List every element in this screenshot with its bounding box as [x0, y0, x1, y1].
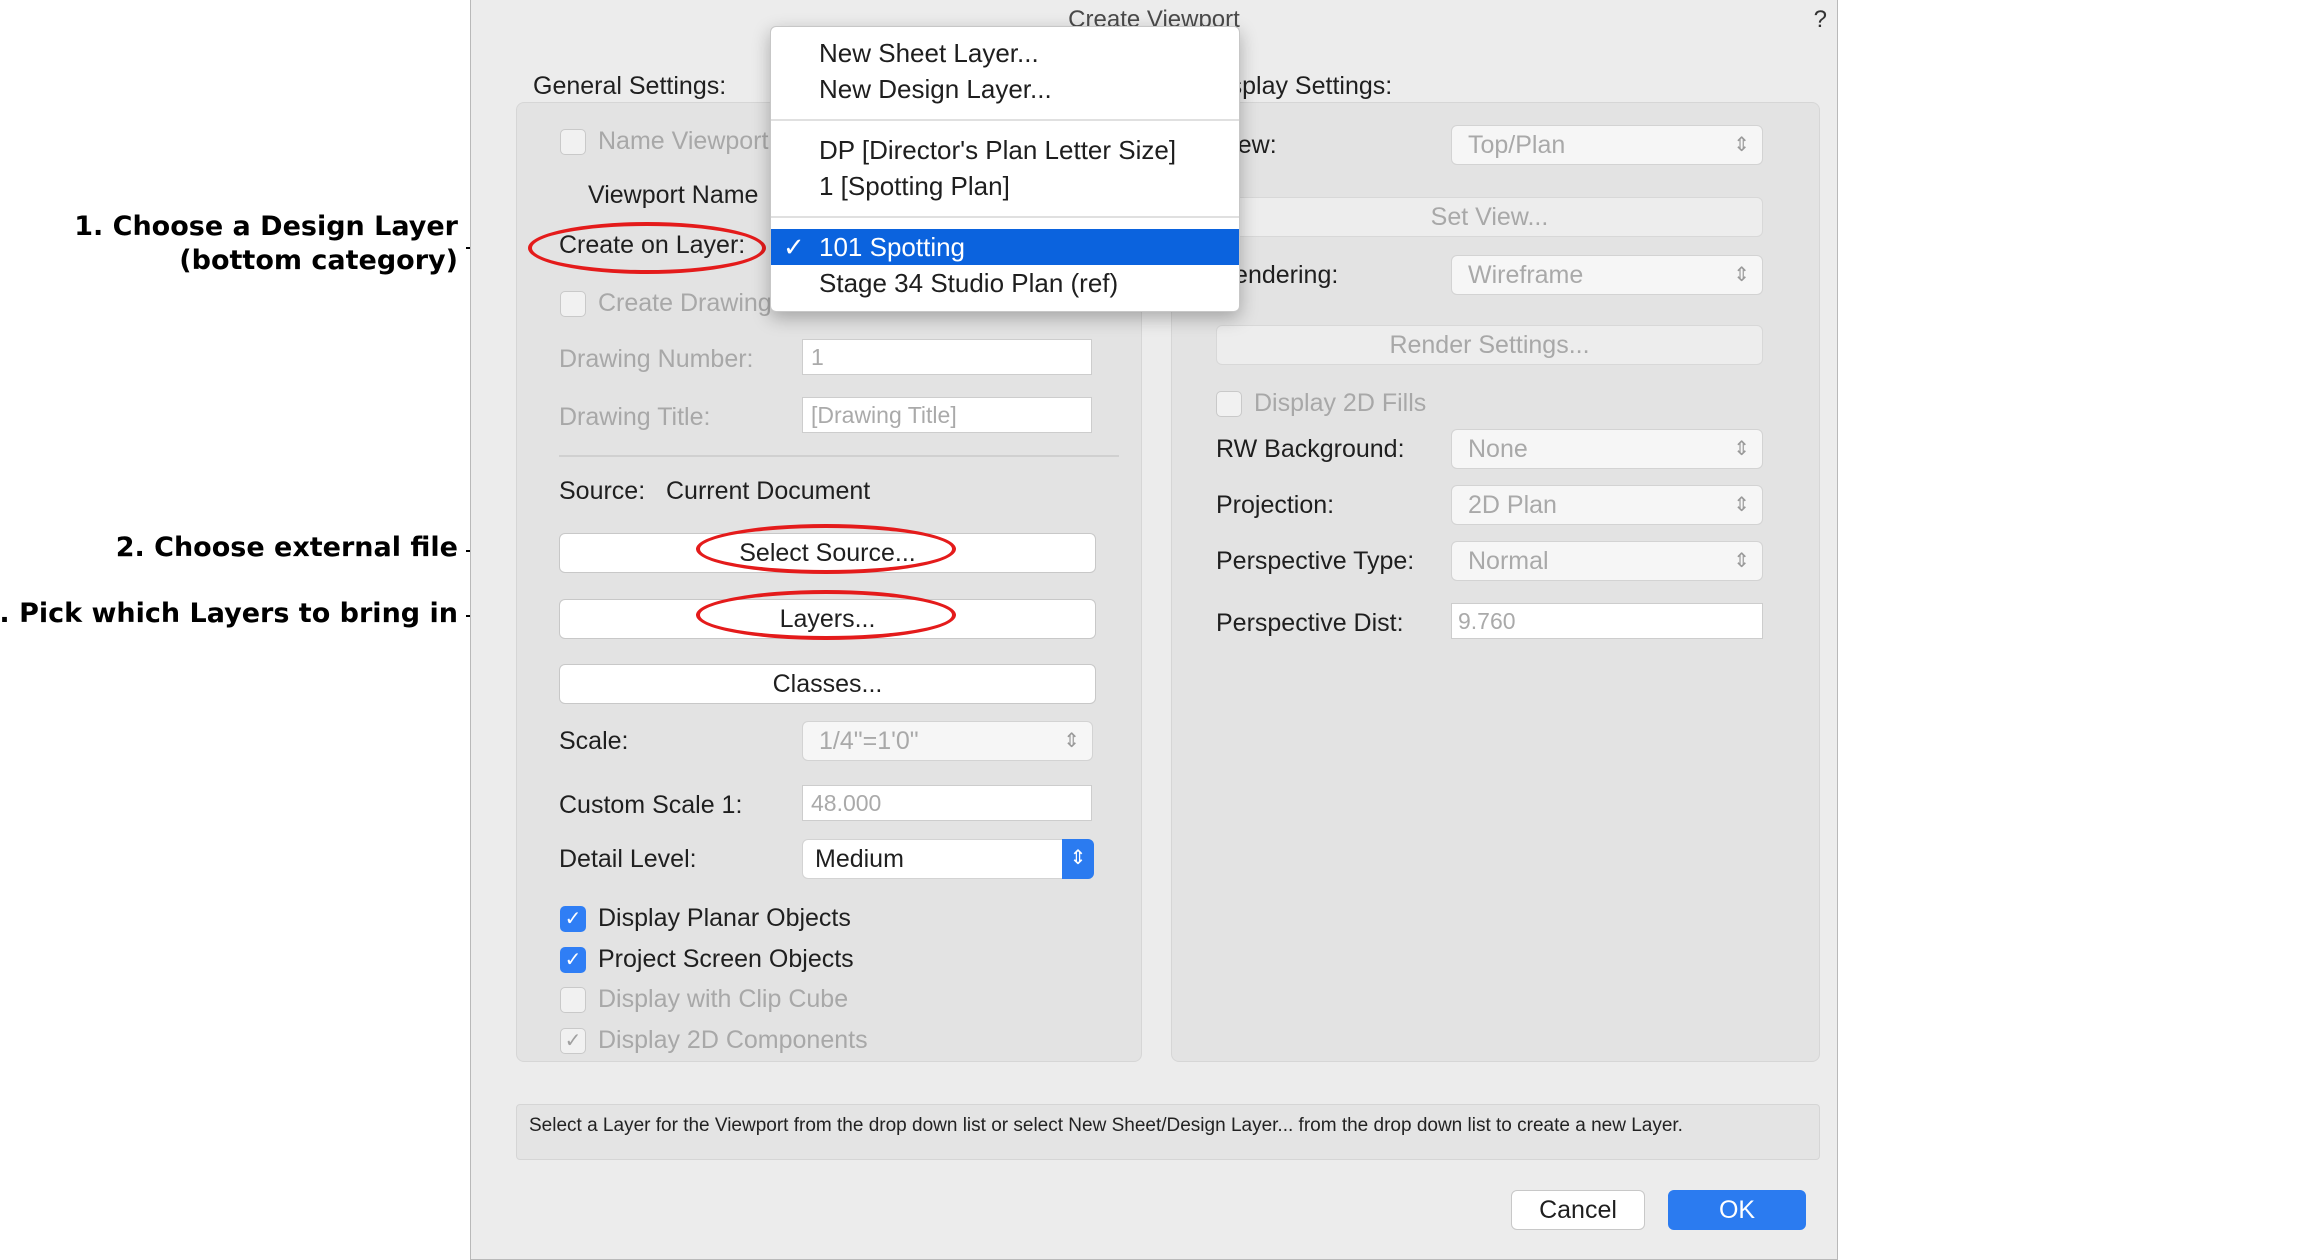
annotation-step1-line1: 1. Choose a Design Layer	[74, 211, 458, 242]
popup-arrows-icon: ⇕	[1733, 438, 1750, 460]
highlight-layers	[696, 590, 956, 640]
highlight-select-source	[696, 524, 956, 574]
menu-item-101-spotting[interactable]: ✓ 101 Spotting	[771, 229, 1239, 265]
checkmark-icon: ✓	[783, 232, 805, 262]
drawing-title-field[interactable]: [Drawing Title]	[802, 397, 1092, 433]
annotation-step3: 3. Pick which Layers to bring in	[0, 598, 458, 629]
drawing-title-label: Drawing Title:	[559, 403, 711, 431]
display-2d-components-checkbox[interactable]: ✓	[560, 1028, 586, 1054]
render-settings-button[interactable]: Render Settings...	[1216, 325, 1763, 365]
display-with-clip-cube-label: Display with Clip Cube	[598, 985, 849, 1013]
drawing-number-field[interactable]: 1	[802, 339, 1092, 375]
menu-item-new-design-layer[interactable]: New Design Layer...	[771, 71, 1239, 107]
projection-popup[interactable]: 2D Plan ⇕	[1451, 485, 1763, 525]
rw-background-popup[interactable]: None ⇕	[1451, 429, 1763, 469]
popup-arrows-icon: ⇕	[1733, 550, 1750, 572]
layer-dropdown-menu: New Sheet Layer... New Design Layer... D…	[770, 26, 1240, 312]
popup-arrows-icon: ⇕	[1733, 264, 1750, 286]
rendering-popup[interactable]: Wireframe ⇕	[1451, 255, 1763, 295]
drawing-number-label: Drawing Number:	[559, 345, 754, 373]
name-viewport-label: Name Viewport	[598, 127, 769, 155]
menu-item-dp-directors-plan[interactable]: DP [Director's Plan Letter Size]	[771, 132, 1239, 168]
menu-item-label: 101 Spotting	[819, 232, 966, 262]
rendering-value: Wireframe	[1468, 261, 1584, 289]
popup-arrows-icon: ⇕	[1733, 134, 1750, 156]
rw-background-value: None	[1468, 435, 1528, 463]
status-help-text: Select a Layer for the Viewport from the…	[516, 1104, 1820, 1160]
perspective-type-value: Normal	[1468, 547, 1549, 575]
display-2d-fills-label: Display 2D Fills	[1254, 389, 1427, 417]
ok-button[interactable]: OK	[1668, 1190, 1806, 1230]
annotation-step1-line2: (bottom category)	[179, 245, 458, 276]
display-2d-fills-checkbox[interactable]	[1216, 391, 1242, 417]
projection-value: 2D Plan	[1468, 491, 1557, 519]
view-value: Top/Plan	[1468, 131, 1566, 159]
detail-level-label: Detail Level:	[559, 845, 697, 873]
project-screen-objects-label: Project Screen Objects	[598, 945, 854, 973]
popup-arrows-icon: ⇕	[1733, 494, 1750, 516]
popup-arrows-icon: ⇕	[1063, 730, 1080, 752]
perspective-type-label: Perspective Type:	[1216, 547, 1415, 575]
display-2d-components-label: Display 2D Components	[598, 1026, 868, 1054]
general-separator	[559, 455, 1119, 457]
menu-separator	[771, 216, 1239, 218]
menu-item-stage-34-studio-plan[interactable]: Stage 34 Studio Plan (ref)	[771, 265, 1239, 301]
rw-background-label: RW Background:	[1216, 435, 1405, 463]
menu-item-spotting-plan[interactable]: 1 [Spotting Plan]	[771, 168, 1239, 204]
display-planar-objects-checkbox[interactable]: ✓	[560, 906, 586, 932]
custom-scale-field[interactable]: 48.000	[802, 785, 1092, 821]
project-screen-objects-checkbox[interactable]: ✓	[560, 947, 586, 973]
detail-level-popup[interactable]: Medium ⇕	[802, 839, 1094, 879]
name-viewport-checkbox[interactable]	[560, 129, 586, 155]
scale-popup[interactable]: 1/4"=1'0" ⇕	[802, 721, 1093, 761]
create-drawing-label-checkbox[interactable]	[560, 291, 586, 317]
menu-separator	[771, 119, 1239, 121]
general-settings-title: General Settings:	[533, 72, 727, 100]
source-value: Current Document	[666, 477, 871, 505]
display-with-clip-cube-checkbox[interactable]	[560, 987, 586, 1013]
display-planar-objects-label: Display Planar Objects	[598, 904, 851, 932]
display-settings-group: View: Top/Plan ⇕ Set View... Rendering: W…	[1171, 102, 1820, 1062]
classes-button[interactable]: Classes...	[559, 664, 1096, 704]
perspective-type-popup[interactable]: Normal ⇕	[1451, 541, 1763, 581]
custom-scale-label: Custom Scale 1:	[559, 791, 743, 819]
help-icon[interactable]: ?	[1814, 6, 1827, 34]
highlight-create-on-layer	[528, 222, 766, 274]
scale-value: 1/4"=1'0"	[819, 727, 919, 755]
popup-arrows-icon: ⇕	[1062, 839, 1094, 879]
viewport-name-label: Viewport Name	[588, 181, 759, 209]
set-view-button[interactable]: Set View...	[1216, 197, 1763, 237]
source-label: Source:	[559, 477, 646, 505]
detail-level-value: Medium	[815, 845, 904, 873]
annotation-step2: 2. Choose external file	[115, 532, 458, 563]
scale-label: Scale:	[559, 727, 629, 755]
projection-label: Projection:	[1216, 491, 1335, 519]
view-popup[interactable]: Top/Plan ⇕	[1451, 125, 1763, 165]
perspective-dist-field[interactable]: 9.760	[1451, 603, 1763, 639]
menu-item-new-sheet-layer[interactable]: New Sheet Layer...	[771, 35, 1239, 71]
perspective-dist-label: Perspective Dist:	[1216, 609, 1404, 637]
cancel-button[interactable]: Cancel	[1511, 1190, 1645, 1230]
